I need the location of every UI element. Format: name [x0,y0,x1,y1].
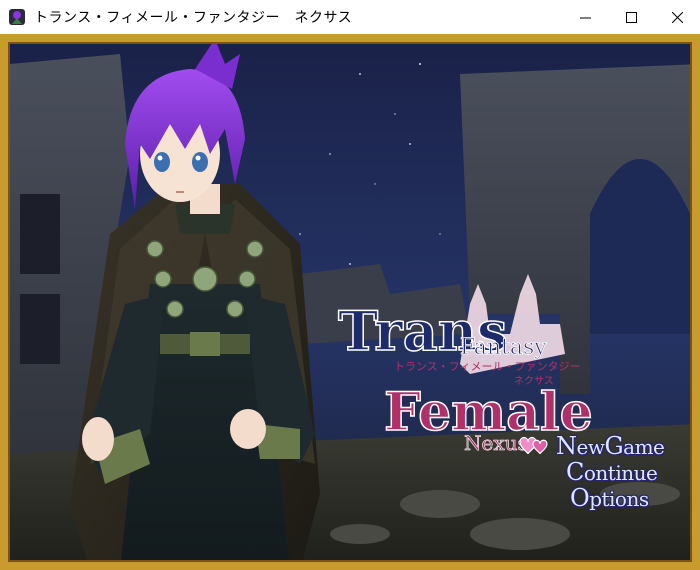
window-controls [562,0,700,34]
game-window: トランス・フィメール・ファンタジー ネクサス Trans Fantasy トラン… [0,0,700,570]
maximize-icon [625,11,637,23]
heart-cursor-icon [519,436,548,455]
window-title: トランス・フィメール・ファンタジー ネクサス [34,10,353,26]
menu-new-game[interactable]: NewGame [519,434,690,460]
minimize-button[interactable] [562,0,608,34]
minimize-icon [579,17,591,18]
game-title-logo: Trans Fantasy トランス・フィメール・ファンタジー ネクサス Fem… [337,298,593,452]
menu-options[interactable]: Options [540,486,690,512]
logo-fantasy: Fantasy [460,335,547,360]
logo-jp-title: トランス・フィメール・ファンタジー [394,360,581,373]
close-icon [671,11,683,23]
menu-continue[interactable]: Continue [540,460,690,486]
game-app-icon [9,9,25,25]
title-bar[interactable]: トランス・フィメール・ファンタジー ネクサス [0,0,700,34]
maximize-button[interactable] [608,0,654,34]
title-menu: NewGame Continue Options [519,434,690,512]
game-viewport[interactable]: Trans Fantasy トランス・フィメール・ファンタジー ネクサス Fem… [0,34,700,570]
close-button[interactable] [654,0,700,34]
